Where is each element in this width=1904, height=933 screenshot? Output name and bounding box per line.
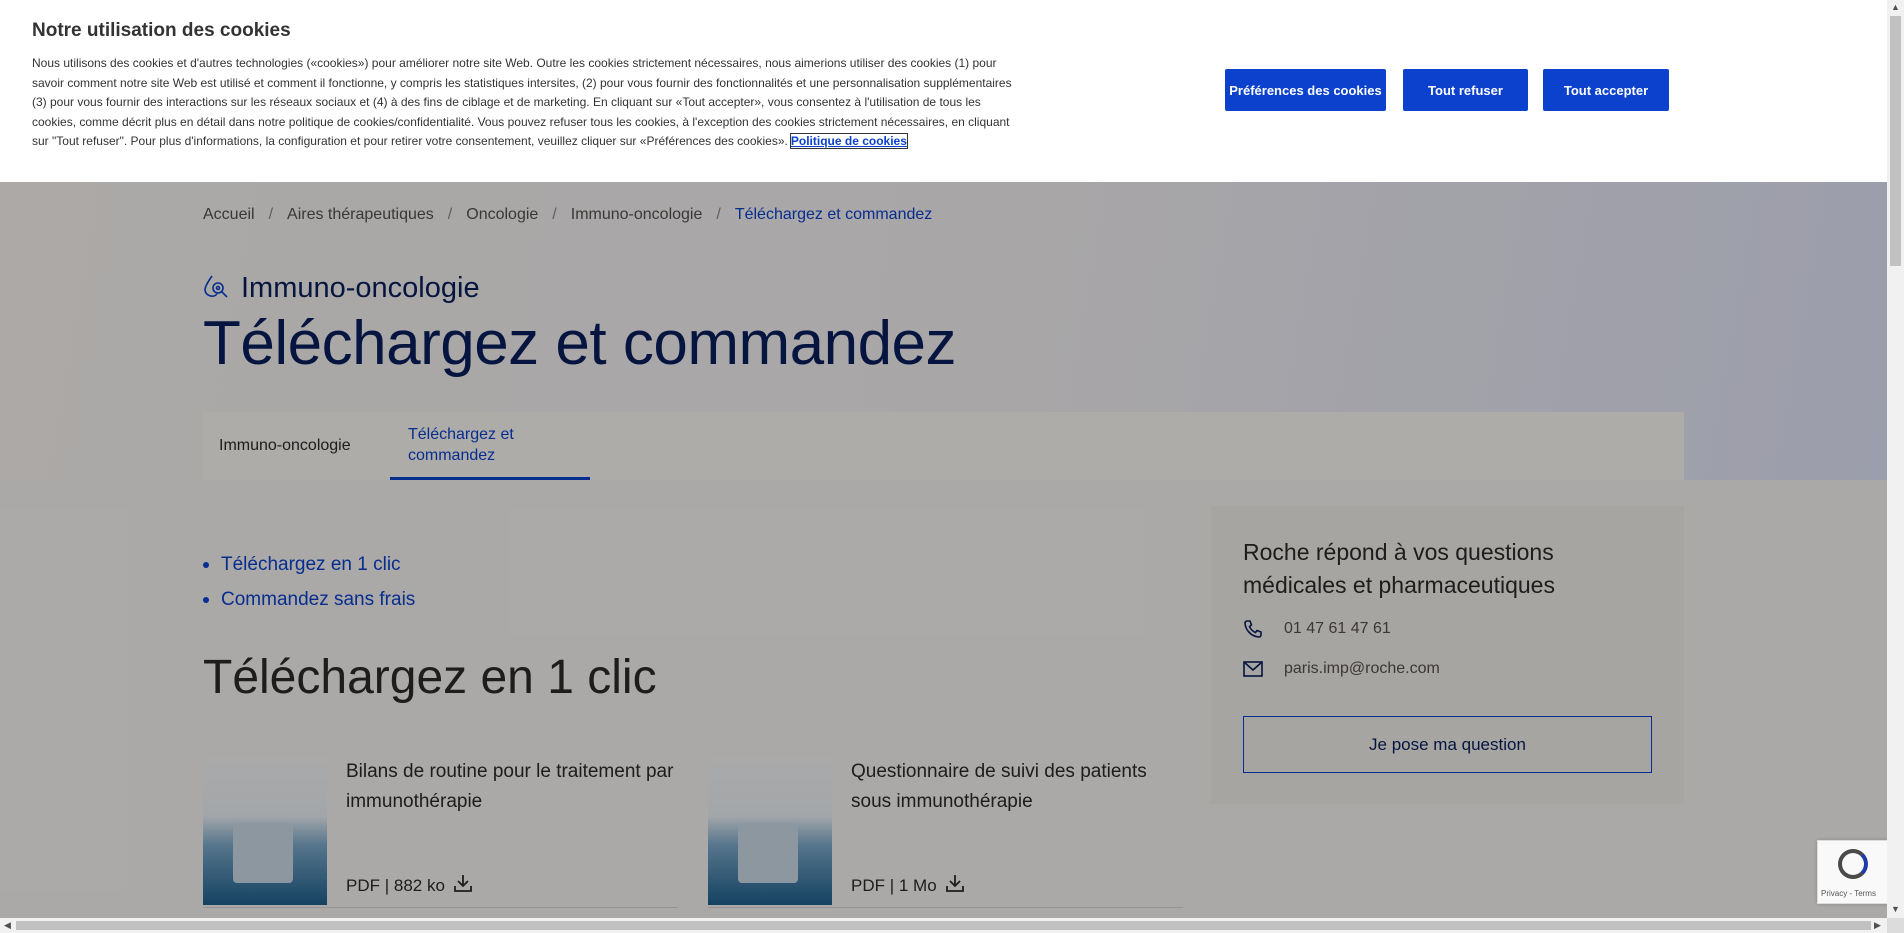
- cookie-banner: Notre utilisation des cookies Nous utili…: [0, 0, 1887, 182]
- scroll-up-icon[interactable]: ▲: [1891, 2, 1900, 12]
- horizontal-scroll-thumb[interactable]: [16, 921, 1871, 930]
- horizontal-scrollbar[interactable]: ◀ ▶: [0, 918, 1887, 933]
- vertical-scroll-thumb[interactable]: [1890, 16, 1901, 266]
- cookie-banner-title: Notre utilisation des cookies: [32, 20, 291, 41]
- page: Accueil / Aires thérapeutiques / Oncolog…: [0, 0, 1887, 918]
- recaptcha-icon: [1838, 849, 1868, 879]
- vertical-scrollbar[interactable]: ▲ ▼: [1887, 0, 1904, 918]
- scroll-right-icon[interactable]: ▶: [1874, 920, 1881, 931]
- cookie-banner-text: Nous utilisons des cookies et d'autres t…: [32, 54, 1027, 152]
- cookie-policy-link[interactable]: Politique de cookies: [789, 133, 908, 150]
- scroll-down-icon[interactable]: ▼: [1891, 904, 1900, 914]
- cookie-preferences-button[interactable]: Préférences des cookies: [1225, 69, 1386, 111]
- refuse-all-button[interactable]: Tout refuser: [1403, 69, 1528, 111]
- scrollbar-corner: [1887, 918, 1904, 933]
- recaptcha-badge[interactable]: Privacy - Terms: [1817, 840, 1887, 904]
- scroll-left-icon[interactable]: ◀: [4, 920, 11, 931]
- accept-all-button[interactable]: Tout accepter: [1543, 69, 1669, 111]
- recaptcha-text[interactable]: Privacy - Terms: [1821, 889, 1876, 898]
